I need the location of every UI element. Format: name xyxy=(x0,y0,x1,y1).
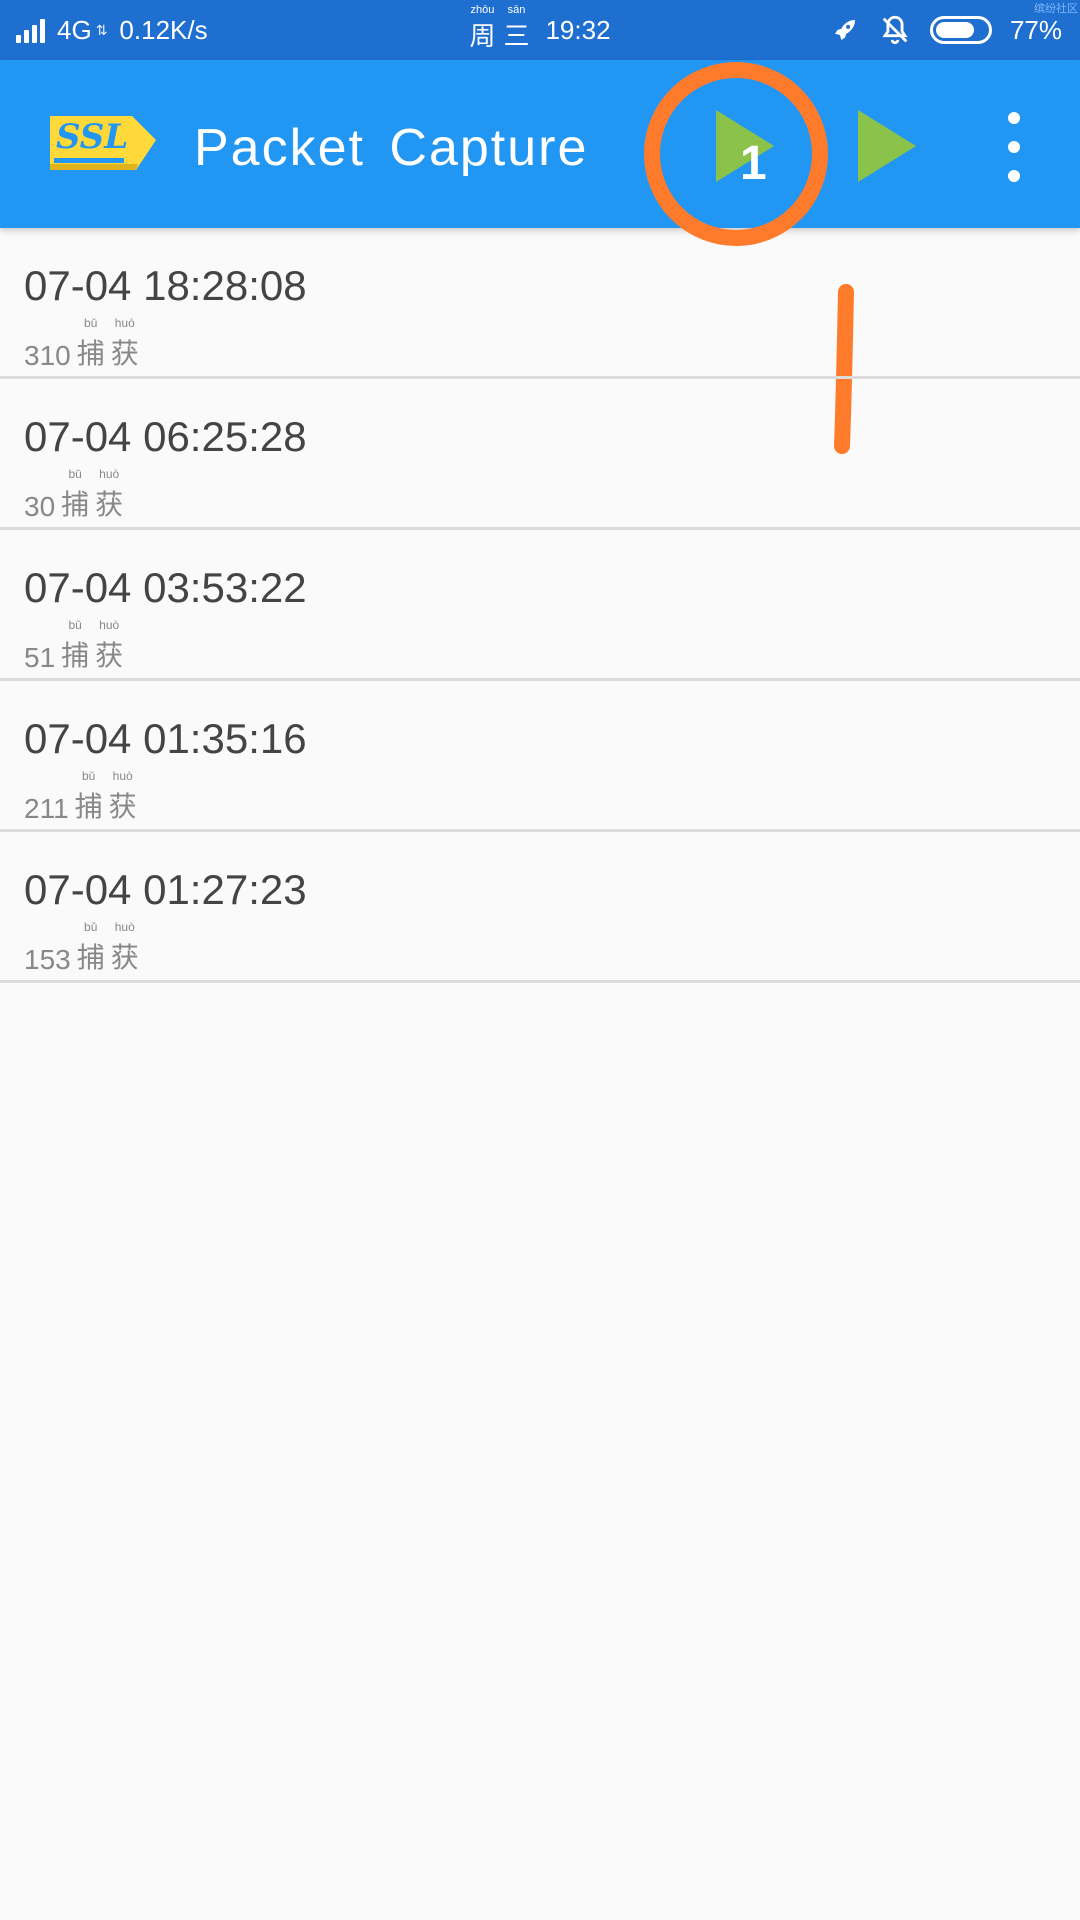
capture-count-row: 153 bǔ 捕 huò 获 xyxy=(24,920,139,976)
capture-label-text: 获 xyxy=(110,942,139,973)
capture-item[interactable]: 07-04 06:25:28 30 bǔ 捕 huò 获 xyxy=(0,379,1080,530)
capture-label-char: bǔ 捕 xyxy=(61,618,90,674)
weekday-text-1: 周 xyxy=(469,20,496,51)
capture-item[interactable]: 07-04 03:53:22 51 bǔ 捕 huò 获 xyxy=(0,530,1080,681)
app-title: Packet Capture xyxy=(194,119,589,177)
capture-item[interactable]: 07-04 01:35:16 211 bǔ 捕 huò 获 xyxy=(0,681,1080,832)
capture-count-row: 30 bǔ 捕 huò 获 xyxy=(24,467,124,523)
capture-count: 310 xyxy=(24,340,71,371)
rocket-icon xyxy=(834,20,855,40)
logo-text: SSL xyxy=(56,117,128,157)
weekday-pinyin-1: zhōu xyxy=(470,3,495,16)
packet-capture-screen: 4G ⇅ 0.12K/s zhōu 周 sān 三 19:32 77% 缤纷社区… xyxy=(0,0,1080,1920)
capture-time: 07-04 18:28:08 xyxy=(24,262,307,309)
capture-label-char: bǔ 捕 xyxy=(76,316,105,372)
capture-label-pinyin: huò xyxy=(99,467,120,481)
capture-label-char: huò 获 xyxy=(108,769,137,825)
capture-label-char: bǔ 捕 xyxy=(61,467,90,523)
capture-label-text: 捕 xyxy=(74,791,103,822)
capture-label-pinyin: huò xyxy=(114,920,135,934)
watermark: 缤纷社区 xyxy=(1034,3,1078,15)
capture-time: 07-04 01:27:23 xyxy=(24,866,307,913)
capture-label-text: 获 xyxy=(95,640,124,671)
capture-count-row: 51 bǔ 捕 huò 获 xyxy=(24,618,124,674)
capture-label-char: huò 获 xyxy=(110,316,139,372)
capture-item[interactable]: 07-04 18:28:08 310 bǔ 捕 huò 获 xyxy=(0,228,1080,379)
capture-label-pinyin: huò xyxy=(99,618,120,632)
capture-label-char: huò 获 xyxy=(95,618,124,674)
capture-label-char: huò 获 xyxy=(110,920,139,976)
start-capture-button[interactable] xyxy=(842,102,932,192)
capture-list: 07-04 18:28:08 310 bǔ 捕 huò 获 07-04 06:25:… xyxy=(0,228,1080,983)
capture-label-char: huò 获 xyxy=(95,467,124,523)
annotation-number: 1 xyxy=(740,137,767,190)
weekday-text-2: 三 xyxy=(503,20,530,51)
weekday-pinyin-2: sān xyxy=(507,3,526,16)
capture-time: 07-04 03:53:22 xyxy=(24,564,307,611)
status-right: 77% xyxy=(830,0,1062,60)
weekday-char-1: zhōu 周 xyxy=(469,4,496,53)
capture-count: 211 xyxy=(24,793,69,824)
capture-count: 153 xyxy=(24,944,71,975)
more-vert-icon-dot xyxy=(1008,112,1020,124)
capture-label-char: bǔ 捕 xyxy=(76,920,105,976)
capture-label-text: 捕 xyxy=(61,489,90,520)
capture-label-text: 捕 xyxy=(76,942,105,973)
capture-label-text: 获 xyxy=(110,338,139,369)
annotation-circle xyxy=(644,62,828,246)
ssl-logo-icon: SSL xyxy=(50,116,156,170)
capture-label-pinyin: bǔ xyxy=(68,618,82,632)
capture-label-char: bǔ 捕 xyxy=(74,769,103,825)
weekday-char-2: sān 三 xyxy=(503,4,530,53)
capture-item[interactable]: 07-04 01:27:23 153 bǔ 捕 huò 获 xyxy=(0,832,1080,983)
capture-label-pinyin: bǔ xyxy=(68,467,82,481)
more-vert-icon-dot xyxy=(1008,141,1020,153)
capture-label-text: 捕 xyxy=(76,338,105,369)
battery-icon xyxy=(929,16,992,44)
capture-label-text: 获 xyxy=(108,791,137,822)
capture-count-row: 310 bǔ 捕 huò 获 xyxy=(24,316,139,372)
status-bar: 4G ⇅ 0.12K/s zhōu 周 sān 三 19:32 77% 缤纷社区 xyxy=(0,0,1080,60)
battery-percent: 77% xyxy=(1009,14,1062,45)
capture-label-pinyin: bǔ xyxy=(81,769,96,783)
capture-label-pinyin: bǔ xyxy=(84,316,98,330)
capture-time: 07-04 01:35:16 xyxy=(24,715,307,762)
clock: 19:32 xyxy=(545,14,611,45)
capture-count-row: 211 bǔ 捕 huò 获 xyxy=(24,769,137,825)
capture-label-pinyin: huò xyxy=(114,316,135,330)
capture-label-text: 捕 xyxy=(61,640,90,671)
capture-label-pinyin: bǔ xyxy=(84,920,98,934)
play-icon xyxy=(858,110,916,182)
capture-count: 30 xyxy=(24,491,56,522)
capture-count: 51 xyxy=(24,642,56,673)
capture-label-text: 获 xyxy=(95,489,124,520)
battery-fill xyxy=(935,22,975,38)
capture-time: 07-04 06:25:28 xyxy=(24,413,307,460)
mute-bell-icon xyxy=(882,15,908,45)
capture-label-pinyin: huò xyxy=(112,769,133,783)
weekday: zhōu 周 sān 三 xyxy=(469,4,530,53)
more-options-button[interactable] xyxy=(994,112,1034,182)
more-vert-icon-dot xyxy=(1008,170,1020,182)
app-bar: SSL Packet Capture xyxy=(0,60,1080,228)
